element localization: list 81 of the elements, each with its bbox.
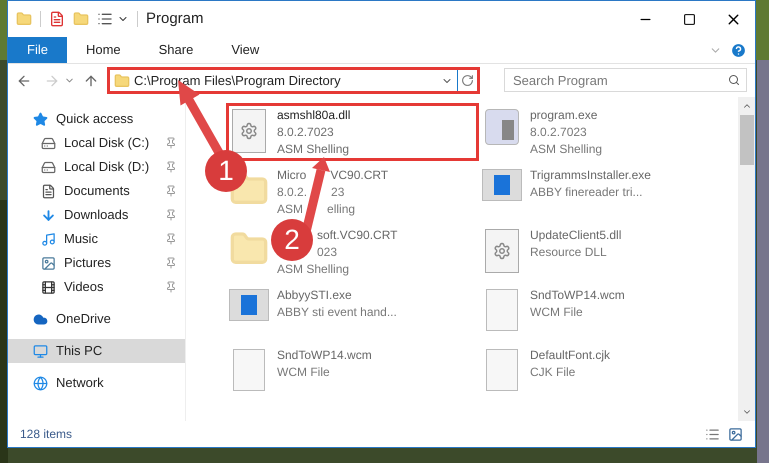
ribbon-tab[interactable]: Share <box>140 37 212 63</box>
window-title: Program <box>146 8 204 29</box>
file-detail: ABBY sti event hand... <box>277 304 397 321</box>
sidebar-item[interactable]: Local Disk (C:) <box>8 131 185 155</box>
ribbon-tab[interactable]: File <box>8 37 67 63</box>
pin-icon[interactable] <box>165 161 177 173</box>
file-detail: 023 <box>317 244 338 261</box>
file-detail: 8.0.2.7023 <box>530 124 587 141</box>
file-name: UpdateClient5.dll <box>530 227 622 244</box>
help-icon[interactable] <box>730 42 747 58</box>
blank-file-icon <box>486 289 518 331</box>
document-icon <box>40 183 56 199</box>
sidebar-item[interactable]: This PC <box>8 339 185 363</box>
file-detail: ASM <box>277 201 304 218</box>
file-name: SndToWP14.wcm <box>277 347 372 364</box>
sidebar-item[interactable]: Videos <box>8 275 185 299</box>
scroll-thumb[interactable] <box>740 115 754 165</box>
file-name: AbbyySTI.exe <box>277 287 352 304</box>
file-detail: 23 <box>331 184 344 201</box>
star-icon <box>32 111 48 127</box>
back-icon[interactable] <box>16 72 32 88</box>
file-detail: elling <box>327 201 356 218</box>
file-detail: ASM Shelling <box>277 261 350 278</box>
file-detail: ABBY finereader tri... <box>530 184 642 201</box>
file-detail: 8.0.2. <box>277 184 308 201</box>
program-icon <box>485 109 519 145</box>
pin-icon[interactable] <box>165 233 177 245</box>
image-icon <box>40 255 56 271</box>
view-icon[interactable] <box>97 11 113 27</box>
file-name: SndToWP14.wcm <box>530 287 625 304</box>
sidebar-item[interactable]: Local Disk (D:) <box>8 155 185 179</box>
gears-file-icon <box>232 109 266 153</box>
window-icon <box>482 169 522 201</box>
pin-icon[interactable] <box>165 137 177 149</box>
search-icon[interactable] <box>728 74 740 86</box>
folder-icon <box>114 72 130 88</box>
details-view-icon[interactable] <box>705 426 720 442</box>
file-name: VC90.CRT <box>330 167 388 184</box>
file-detail: WCM File <box>277 364 330 381</box>
sidebar-item[interactable]: Network <box>8 371 185 395</box>
item-count: 128 items <box>20 426 72 443</box>
address-field[interactable]: C:\Program Files\Program Directory <box>110 70 457 91</box>
tiles-view-icon[interactable] <box>728 426 743 442</box>
sidebar-item[interactable]: Downloads <box>8 203 185 227</box>
pin-icon[interactable] <box>165 281 177 293</box>
scrollbar[interactable] <box>738 97 755 421</box>
file-name: Micro <box>277 167 306 184</box>
file-detail: Resource DLL <box>530 244 607 261</box>
sidebar-item[interactable]: Music <box>8 227 185 251</box>
pin-icon[interactable] <box>165 209 177 221</box>
file-detail: ASM Shelling <box>530 141 602 158</box>
drive-icon <box>40 135 56 151</box>
pin-icon[interactable] <box>165 257 177 269</box>
blank-file-icon <box>486 349 518 391</box>
blank-file-icon <box>233 349 265 391</box>
drive-icon <box>40 159 56 175</box>
file-name: asmshl80a.dll <box>277 107 350 124</box>
gears-file-icon <box>485 229 519 273</box>
file-name: soft.VC90.CRT <box>317 227 398 244</box>
file-name: program.exe <box>530 107 598 124</box>
ribbon-tab[interactable]: Home <box>66 37 140 63</box>
file-detail: CJK File <box>530 364 576 381</box>
ribbon-tab[interactable]: View <box>212 37 278 63</box>
window-icon <box>229 289 269 321</box>
up-icon[interactable] <box>83 72 99 88</box>
music-note-icon <box>40 231 56 247</box>
properties-icon[interactable] <box>49 11 65 27</box>
sidebar-item[interactable]: Pictures <box>8 251 185 275</box>
file-name: TrigrammsInstaller.exe <box>530 167 651 184</box>
sidebar-item[interactable]: Documents <box>8 179 185 203</box>
pin-icon[interactable] <box>165 185 177 197</box>
globe-icon <box>32 375 48 391</box>
sidebar-item[interactable]: OneDrive <box>8 307 185 331</box>
search-field[interactable]: Search Program <box>504 68 747 92</box>
file-detail: WCM File <box>530 304 583 321</box>
file-detail: 8.0.2.7023 <box>277 124 334 141</box>
file-detail: ASM Shelling <box>277 141 350 158</box>
sidebar-item[interactable]: Quick access <box>8 107 185 131</box>
file-name: DefaultFont.cjk <box>530 347 610 364</box>
film-icon <box>40 279 56 295</box>
monitor-icon <box>32 343 48 359</box>
